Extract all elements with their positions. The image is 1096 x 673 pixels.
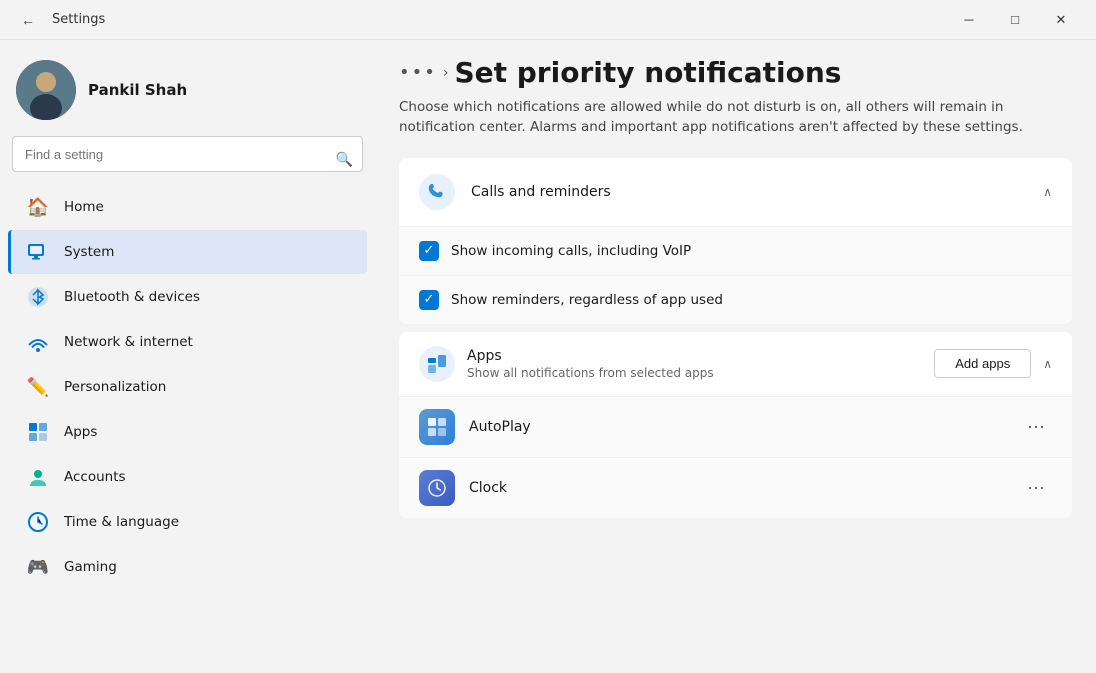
sidebar-item-apps[interactable]: Apps: [8, 410, 367, 454]
apps-info: Apps Show all notifications from selecte…: [467, 348, 922, 380]
sidebar: Pankil Shah 🔍 🏠 Home: [0, 40, 375, 673]
calls-reminders-card: Calls and reminders ∧ Show incoming call…: [399, 158, 1072, 324]
apps-card: Apps Show all notifications from selecte…: [399, 332, 1072, 518]
avatar-image: [16, 60, 76, 120]
sidebar-item-network[interactable]: Network & internet: [8, 320, 367, 364]
apps-subtitle: Show all notifications from selected app…: [467, 366, 922, 380]
apps-chevron-icon[interactable]: ∧: [1043, 357, 1052, 371]
sidebar-item-bluetooth[interactable]: Bluetooth & devices: [8, 275, 367, 319]
sidebar-item-label: System: [64, 244, 114, 260]
incoming-calls-label: Show incoming calls, including VoIP: [451, 243, 691, 259]
user-profile[interactable]: Pankil Shah: [0, 40, 375, 136]
incoming-calls-checkbox[interactable]: [419, 241, 439, 261]
calls-chevron-icon[interactable]: ∧: [1043, 185, 1052, 199]
titlebar: ← Settings ─ □ ✕: [0, 0, 1096, 40]
sidebar-item-label: Time & language: [64, 514, 179, 530]
sidebar-item-time[interactable]: Time & language: [8, 500, 367, 544]
sidebar-item-label: Personalization: [64, 379, 166, 395]
gaming-icon: 🎮: [24, 553, 52, 581]
checkbox-reminders[interactable]: Show reminders, regardless of app used: [399, 275, 1072, 324]
page-description: Choose which notifications are allowed w…: [399, 97, 1072, 138]
sidebar-item-label: Bluetooth & devices: [64, 289, 200, 305]
calls-section-title: Calls and reminders: [471, 184, 1043, 200]
time-icon: [24, 508, 52, 536]
apps-section-header: Apps Show all notifications from selecte…: [399, 332, 1072, 396]
sidebar-item-personalization[interactable]: ✏️ Personalization: [8, 365, 367, 409]
sidebar-item-label: Accounts: [64, 469, 126, 485]
main-layout: Pankil Shah 🔍 🏠 Home: [0, 40, 1096, 673]
search-container: 🔍: [0, 136, 375, 184]
network-icon: [24, 328, 52, 356]
clock-name: Clock: [469, 480, 1020, 496]
sidebar-item-home[interactable]: 🏠 Home: [8, 185, 367, 229]
add-apps-button[interactable]: Add apps: [934, 349, 1031, 378]
page-title: Set priority notifications: [454, 56, 841, 89]
autoplay-item: AutoPlay ···: [399, 396, 1072, 457]
breadcrumb-arrow: ›: [443, 65, 449, 81]
accounts-icon: [24, 463, 52, 491]
autoplay-icon: [419, 409, 455, 445]
clock-icon: [419, 470, 455, 506]
system-icon: [24, 238, 52, 266]
nav-list: 🏠 Home System: [0, 184, 375, 590]
sidebar-item-accounts[interactable]: Accounts: [8, 455, 367, 499]
clock-item: Clock ···: [399, 457, 1072, 518]
clock-more-button[interactable]: ···: [1020, 472, 1052, 504]
search-icon: 🔍: [336, 152, 353, 168]
personalization-icon: ✏️: [24, 373, 52, 401]
sidebar-item-label: Network & internet: [64, 334, 193, 350]
checkbox-incoming-calls[interactable]: Show incoming calls, including VoIP: [399, 226, 1072, 275]
window-controls: ─ □ ✕: [946, 0, 1084, 40]
autoplay-more-button[interactable]: ···: [1020, 411, 1052, 443]
sidebar-item-system[interactable]: System: [8, 230, 367, 274]
close-button[interactable]: ✕: [1038, 0, 1084, 40]
titlebar-title: Settings: [52, 12, 105, 27]
bluetooth-icon: [24, 283, 52, 311]
autoplay-name: AutoPlay: [469, 419, 1020, 435]
user-name: Pankil Shah: [88, 81, 187, 99]
sidebar-item-label: Apps: [64, 424, 97, 440]
sidebar-item-label: Home: [64, 199, 104, 215]
page-header: ••• › Set priority notifications: [399, 40, 1072, 97]
back-button[interactable]: ←: [12, 4, 44, 36]
home-icon: 🏠: [24, 193, 52, 221]
reminders-checkbox[interactable]: [419, 290, 439, 310]
sidebar-item-label: Gaming: [64, 559, 117, 575]
reminders-label: Show reminders, regardless of app used: [451, 292, 723, 308]
calls-section-header[interactable]: Calls and reminders ∧: [399, 158, 1072, 226]
calls-icon: [419, 174, 455, 210]
maximize-button[interactable]: □: [992, 0, 1038, 40]
apps-title: Apps: [467, 348, 922, 364]
avatar: [16, 60, 76, 120]
breadcrumb-dots[interactable]: •••: [399, 62, 437, 83]
apps-section-icon: [419, 346, 455, 382]
sidebar-item-gaming[interactable]: 🎮 Gaming: [8, 545, 367, 589]
search-input[interactable]: [12, 136, 363, 172]
content-area: ••• › Set priority notifications Choose …: [375, 40, 1096, 673]
minimize-button[interactable]: ─: [946, 0, 992, 40]
apps-icon: [24, 418, 52, 446]
